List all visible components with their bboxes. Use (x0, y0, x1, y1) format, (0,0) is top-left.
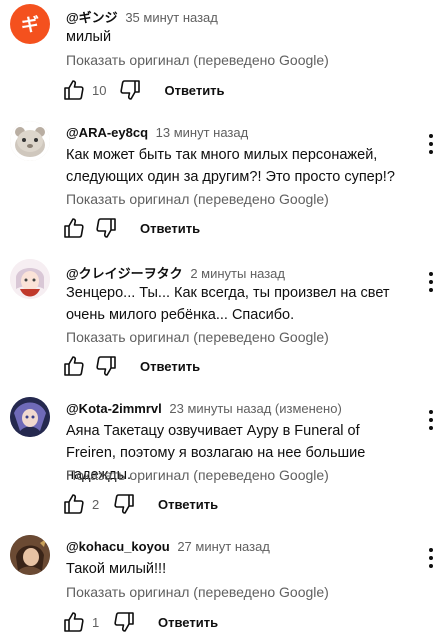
comment-time[interactable]: 35 минут назад (125, 10, 218, 25)
comment-text: Такой милый!!! (66, 561, 167, 577)
show-original-link[interactable]: Показать оригинал (переведено Google) (66, 191, 329, 207)
avatar[interactable] (10, 121, 50, 161)
avatar[interactable] (10, 535, 50, 575)
like-count: 1 (92, 614, 100, 630)
anime-avatar-image (10, 535, 50, 575)
more-options-icon[interactable] (428, 134, 434, 154)
show-original-link[interactable]: Показать оригинал (переведено Google) (66, 329, 329, 345)
comment-text: Как может быть так много милых персонаже… (66, 147, 395, 185)
show-original-link[interactable]: Показать оригинал (переведено Google) (66, 467, 329, 483)
author-handle[interactable]: @ギンジ (66, 10, 118, 25)
avatar[interactable] (10, 397, 50, 437)
more-options-icon[interactable] (428, 548, 434, 568)
comment-meta: @クレイジーヲタク 2 минуты назад (66, 263, 285, 282)
show-original-link[interactable]: Показать оригинал (переведено Google) (66, 52, 329, 68)
comment-meta: @Kota-2immrvl 23 минуты назад (изменено) (66, 401, 342, 416)
comment-time[interactable]: 2 минуты назад (190, 266, 285, 281)
author-handle[interactable]: @Kota-2immrvl (66, 401, 162, 416)
reply-button[interactable]: Ответить (140, 221, 200, 236)
comment-meta: @ギンジ 35 минут назад (66, 7, 218, 26)
like-count: 10 (92, 82, 107, 98)
avatar[interactable] (10, 259, 50, 299)
thumbs-up-icon[interactable] (62, 610, 86, 634)
thumbs-down-icon[interactable] (94, 354, 118, 378)
author-handle[interactable]: @kohacu_koyou (66, 539, 170, 554)
comment-actions: Ответить (62, 216, 200, 240)
thumbs-up-icon[interactable] (62, 78, 86, 102)
thumbs-up-icon[interactable] (62, 492, 86, 516)
thumbs-up-icon[interactable] (62, 216, 86, 240)
reply-button[interactable]: Ответить (158, 497, 218, 512)
comment-actions: 10 Ответить (62, 78, 225, 102)
anime-avatar-image (10, 397, 50, 437)
reply-button[interactable]: Ответить (164, 83, 224, 98)
comment-text: Зенцеро... Ты... Как всегда, ты произвел… (66, 285, 390, 323)
thumbs-up-icon[interactable] (62, 354, 86, 378)
more-options-icon[interactable] (428, 410, 434, 430)
reply-button[interactable]: Ответить (140, 359, 200, 374)
comment-actions: Ответить (62, 354, 200, 378)
author-handle[interactable]: @クレイジーヲタク (66, 266, 183, 281)
comment-actions: 1 Ответить (62, 610, 218, 634)
comment-actions: 2 Ответить (62, 492, 218, 516)
show-original-link[interactable]: Показать оригинал (переведено Google) (66, 584, 329, 600)
comment-time[interactable]: 13 минут назад (156, 125, 249, 140)
thumbs-down-icon[interactable] (94, 216, 118, 240)
comment-time[interactable]: 23 минуты назад (изменено) (169, 401, 341, 416)
reply-button[interactable]: Ответить (158, 615, 218, 630)
avatar[interactable]: ギ (10, 4, 50, 44)
comment-time[interactable]: 27 минут назад (177, 539, 270, 554)
author-handle[interactable]: @ARA-ey8cq (66, 125, 148, 140)
hamster-avatar-image (10, 121, 50, 161)
thumbs-down-icon[interactable] (112, 492, 136, 516)
thumbs-down-icon[interactable] (112, 610, 136, 634)
more-options-icon[interactable] (428, 272, 434, 292)
comment-meta: @kohacu_koyou 27 минут назад (66, 539, 270, 554)
comment-text: милый (66, 29, 112, 45)
anime-avatar-image (10, 259, 50, 299)
comment-meta: @ARA-ey8cq 13 минут назад (66, 125, 248, 140)
thumbs-down-icon[interactable] (118, 78, 142, 102)
like-count: 2 (92, 496, 100, 512)
